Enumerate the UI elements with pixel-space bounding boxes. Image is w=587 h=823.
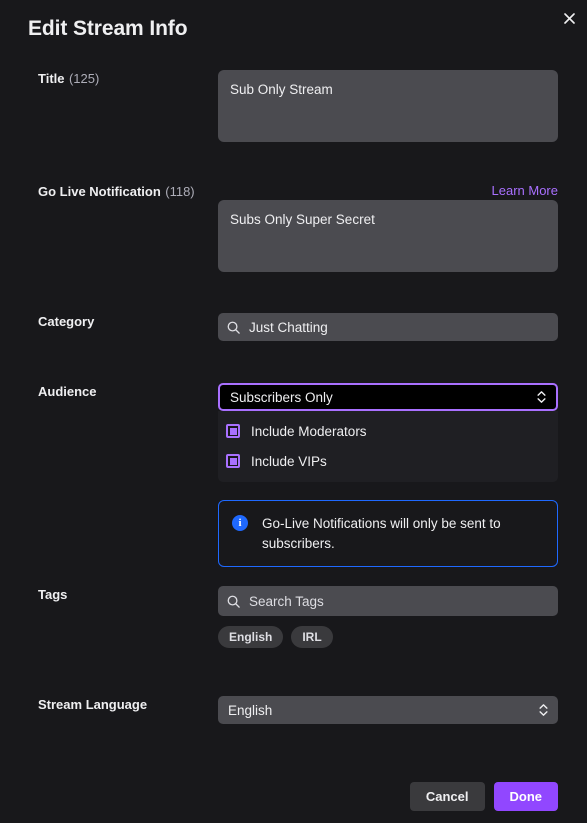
- stream-language-label-col: Stream Language: [0, 696, 218, 724]
- title-row: Title (125): [0, 70, 587, 142]
- category-input[interactable]: [241, 313, 558, 341]
- title-input[interactable]: [218, 70, 558, 142]
- title-label: Title: [38, 71, 65, 86]
- edit-stream-info-dialog: Edit Stream Info Title (125) Go Live Not…: [0, 0, 587, 823]
- checkbox-checked-icon: [226, 454, 240, 468]
- notice-label-col: [0, 500, 218, 567]
- stream-language-label: Stream Language: [38, 697, 148, 712]
- info-icon: i: [232, 515, 248, 531]
- notice-field-col: i Go-Live Notifications will only be sen…: [218, 500, 587, 568]
- include-moderators-checkbox-row[interactable]: Include Moderators: [218, 420, 558, 442]
- category-row: Category: [0, 313, 587, 341]
- audience-options-panel: Include Moderators Include VIPs: [218, 411, 558, 482]
- category-field-col: [218, 313, 587, 341]
- go-live-label-col: Go Live Notification (118): [0, 183, 218, 272]
- dialog-footer: Cancel Done: [409, 782, 558, 811]
- tags-label: Tags: [38, 587, 68, 602]
- tags-input[interactable]: [241, 586, 558, 616]
- search-icon: [227, 595, 240, 608]
- go-live-notification-input[interactable]: [218, 200, 558, 272]
- chevron-updown-icon: [537, 391, 546, 403]
- subscriber-notice-text: Go-Live Notifications will only be sent …: [262, 516, 501, 551]
- chevron-updown-icon: [539, 704, 548, 716]
- close-button[interactable]: [557, 6, 581, 30]
- tag-pill-list: English IRL: [218, 626, 558, 648]
- audience-label-col: Audience: [0, 383, 218, 482]
- tags-label-col: Tags: [0, 586, 218, 648]
- category-label-col: Category: [0, 313, 218, 341]
- audience-field-col: Subscribers Only Include Moderators Incl…: [218, 383, 587, 482]
- stream-language-selected-value: English: [228, 702, 273, 718]
- audience-select[interactable]: Subscribers Only: [218, 383, 558, 411]
- audience-selected-value: Subscribers Only: [230, 389, 333, 405]
- go-live-label: Go Live Notification: [38, 184, 161, 199]
- category-search-wrap[interactable]: [218, 313, 558, 341]
- audience-label: Audience: [38, 384, 97, 399]
- title-label-col: Title (125): [0, 70, 218, 142]
- notice-row: i Go-Live Notifications will only be sen…: [0, 500, 587, 568]
- stream-language-field-col: English: [218, 696, 587, 724]
- dialog-title: Edit Stream Info: [28, 17, 188, 40]
- category-label: Category: [38, 314, 95, 329]
- include-vips-label: Include VIPs: [251, 453, 327, 469]
- title-char-count: (125): [68, 71, 100, 86]
- search-icon: [227, 321, 240, 334]
- tag-pill[interactable]: IRL: [291, 626, 333, 648]
- tag-pill[interactable]: English: [218, 626, 284, 648]
- done-button[interactable]: Done: [493, 782, 558, 811]
- close-icon: [563, 12, 575, 24]
- subscriber-notice-callout: i Go-Live Notifications will only be sen…: [218, 500, 558, 568]
- title-field-col: [218, 70, 587, 142]
- tags-search-wrap[interactable]: [218, 586, 558, 616]
- checkbox-checked-icon: [226, 424, 240, 438]
- include-moderators-label: Include Moderators: [251, 423, 367, 439]
- cancel-button[interactable]: Cancel: [409, 782, 485, 811]
- stream-language-row: Stream Language English: [0, 696, 587, 724]
- tags-row: Tags English IRL: [0, 586, 587, 648]
- include-vips-checkbox-row[interactable]: Include VIPs: [218, 450, 558, 472]
- stream-language-select[interactable]: English: [218, 696, 558, 724]
- audience-row: Audience Subscribers Only Include Modera…: [0, 383, 587, 482]
- go-live-char-count: (118): [165, 184, 195, 199]
- tags-field-col: English IRL: [218, 586, 587, 648]
- learn-more-link[interactable]: Learn More: [492, 183, 558, 198]
